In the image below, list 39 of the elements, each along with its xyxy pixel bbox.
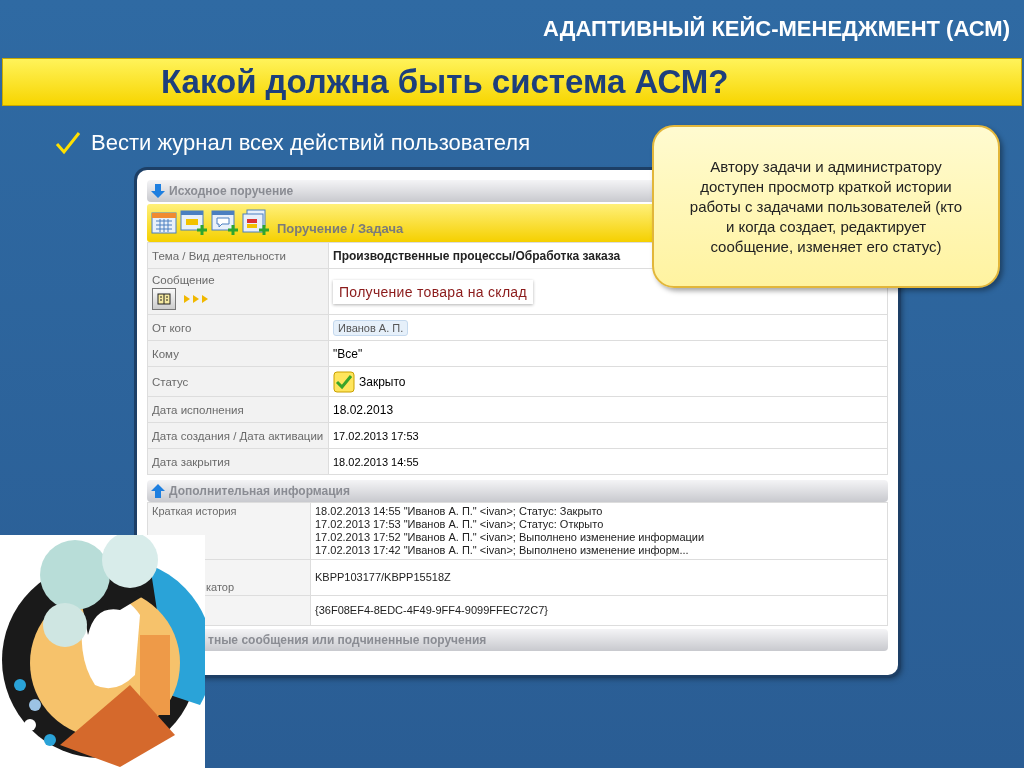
field-value: 18.02.2013 14:55 xyxy=(333,455,419,468)
window-add-icon[interactable] xyxy=(180,210,208,236)
history-entry: 17.02.2013 17:52 "Иванов А. П." <ivan>; Выполнено изменение информации xyxy=(315,531,706,544)
field-value: Производственные процессы/Обработка заказа xyxy=(333,248,621,263)
field-label: катор xyxy=(206,581,235,593)
history-entry: 17.02.2013 17:53 "Иванов А. П." <ivan>; Статус: Открыто xyxy=(315,518,605,531)
field-label: Сообщение xyxy=(152,273,216,286)
field-label: Дата исполнения xyxy=(152,403,244,416)
slide-title: Какой должна быть система АСМ? xyxy=(2,58,1022,106)
down-arrow-icon[interactable] xyxy=(150,183,166,199)
field-value: {36F08EF4-8EDC-4F49-9FF4-9099FFEC72C7} xyxy=(315,604,549,617)
field-value: "Все" xyxy=(333,346,363,361)
field-label: От кого xyxy=(152,321,192,334)
field-label: Дата закрытия xyxy=(152,455,230,468)
windows-add-icon[interactable] xyxy=(242,209,270,237)
field-value: KBPP103177/KBPP15518Z xyxy=(315,571,452,584)
book-icon xyxy=(157,292,171,305)
calendar-icon[interactable] xyxy=(151,211,177,235)
message-text: Получение товара на склад xyxy=(333,279,533,304)
field-label: Статус xyxy=(152,375,189,388)
comment-add-icon[interactable] xyxy=(211,210,239,236)
field-label: Краткая история xyxy=(152,505,237,517)
book-button[interactable] xyxy=(152,287,176,310)
field-label: Дата создания / Дата активации xyxy=(152,429,324,442)
header-title: АДАПТИВНЫЙ КЕЙС-МЕНЕДЖМЕНТ (АСМ) xyxy=(543,16,1010,42)
history-entry: 17.02.2013 17:42 "Иванов А. П." <ivan>; Выполнено изменение информ... xyxy=(315,544,690,557)
field-value: 17.02.2013 17:53 xyxy=(333,429,419,442)
person-tag[interactable]: Иванов А. П. xyxy=(333,319,409,336)
field-value: Закрыто xyxy=(359,374,406,389)
task-title: Поручение / Задача xyxy=(277,220,404,236)
up-arrow-icon[interactable] xyxy=(150,483,166,499)
section-header[interactable]: тные сообщения или подчиненные поручения xyxy=(205,629,888,651)
section-header[interactable]: Дополнительная информация xyxy=(147,480,888,502)
field-label: Тема / Вид деятельности xyxy=(152,249,287,262)
bullet-text: Вести журнал всех действий пользователя xyxy=(91,130,531,156)
field-value: 18.02.2013 xyxy=(333,402,394,417)
field-label: Кому xyxy=(152,347,179,360)
status-checkbox[interactable] xyxy=(333,370,355,393)
history-entry: 18.02.2013 14:55 "Иванов А. П." <ivan>; Статус: Закрыто xyxy=(315,505,604,518)
